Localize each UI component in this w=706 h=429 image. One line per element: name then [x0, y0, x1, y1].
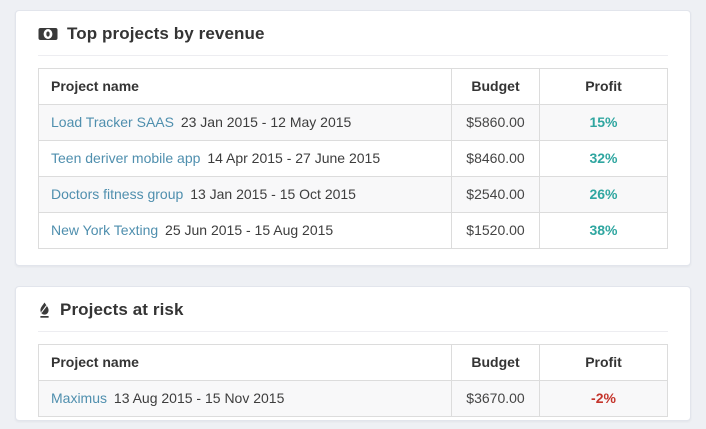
project-cell: Teen deriver mobile app 14 Apr 2015 - 27… [39, 141, 452, 177]
project-dates: 14 Apr 2015 - 27 June 2015 [207, 150, 380, 166]
project-link[interactable]: Maximus [51, 390, 107, 406]
column-header-budget: Budget [452, 345, 540, 381]
column-header-project-name: Project name [39, 345, 452, 381]
project-cell: Load Tracker SAAS 23 Jan 2015 - 12 May 2… [39, 105, 452, 141]
flame-icon [38, 302, 51, 319]
project-cell: Maximus 13 Aug 2015 - 15 Nov 2015 [39, 381, 452, 417]
panel-projects-at-risk: Projects at risk Project name Budget Pro… [15, 286, 691, 421]
project-dates: 13 Aug 2015 - 15 Nov 2015 [114, 390, 284, 406]
profit-value: -2% [540, 381, 668, 417]
profit-value: 32% [540, 141, 668, 177]
table-header-row: Project name Budget Profit [39, 345, 668, 381]
panel-header: Projects at risk [38, 287, 668, 332]
panel-header: Top projects by revenue [38, 11, 668, 56]
budget-value: $3670.00 [452, 381, 540, 417]
budget-value: $8460.00 [452, 141, 540, 177]
money-icon [38, 27, 58, 41]
column-header-profit: Profit [540, 69, 668, 105]
profit-value: 26% [540, 177, 668, 213]
dashboard-page: Top projects by revenue Project name Bud… [0, 0, 706, 429]
table-row: Teen deriver mobile app 14 Apr 2015 - 27… [39, 141, 668, 177]
panel-title: Projects at risk [60, 300, 184, 320]
column-header-project-name: Project name [39, 69, 452, 105]
table-header-row: Project name Budget Profit [39, 69, 668, 105]
panel-top-projects-by-revenue: Top projects by revenue Project name Bud… [15, 10, 691, 266]
project-dates: 13 Jan 2015 - 15 Oct 2015 [190, 186, 356, 202]
project-dates: 23 Jan 2015 - 12 May 2015 [181, 114, 351, 130]
column-header-budget: Budget [452, 69, 540, 105]
table-row: Doctors fitness group 13 Jan 2015 - 15 O… [39, 177, 668, 213]
project-dates: 25 Jun 2015 - 15 Aug 2015 [165, 222, 333, 238]
panel-body: Project name Budget Profit Load Tracker … [16, 56, 690, 265]
profit-value: 15% [540, 105, 668, 141]
project-link[interactable]: Load Tracker SAAS [51, 114, 174, 130]
table-row: Load Tracker SAAS 23 Jan 2015 - 12 May 2… [39, 105, 668, 141]
budget-value: $5860.00 [452, 105, 540, 141]
column-header-profit: Profit [540, 345, 668, 381]
table-row: Maximus 13 Aug 2015 - 15 Nov 2015 $3670.… [39, 381, 668, 417]
panel-title: Top projects by revenue [67, 24, 265, 44]
profit-value: 38% [540, 213, 668, 249]
panel-body: Project name Budget Profit Maximus 13 Au… [16, 332, 690, 420]
table-row: New York Texting 25 Jun 2015 - 15 Aug 20… [39, 213, 668, 249]
project-link[interactable]: Doctors fitness group [51, 186, 183, 202]
budget-value: $2540.00 [452, 177, 540, 213]
project-link[interactable]: Teen deriver mobile app [51, 150, 200, 166]
projects-at-risk-table: Project name Budget Profit Maximus 13 Au… [38, 344, 668, 417]
project-cell: New York Texting 25 Jun 2015 - 15 Aug 20… [39, 213, 452, 249]
budget-value: $1520.00 [452, 213, 540, 249]
project-link[interactable]: New York Texting [51, 222, 158, 238]
project-cell: Doctors fitness group 13 Jan 2015 - 15 O… [39, 177, 452, 213]
top-projects-table: Project name Budget Profit Load Tracker … [38, 68, 668, 249]
